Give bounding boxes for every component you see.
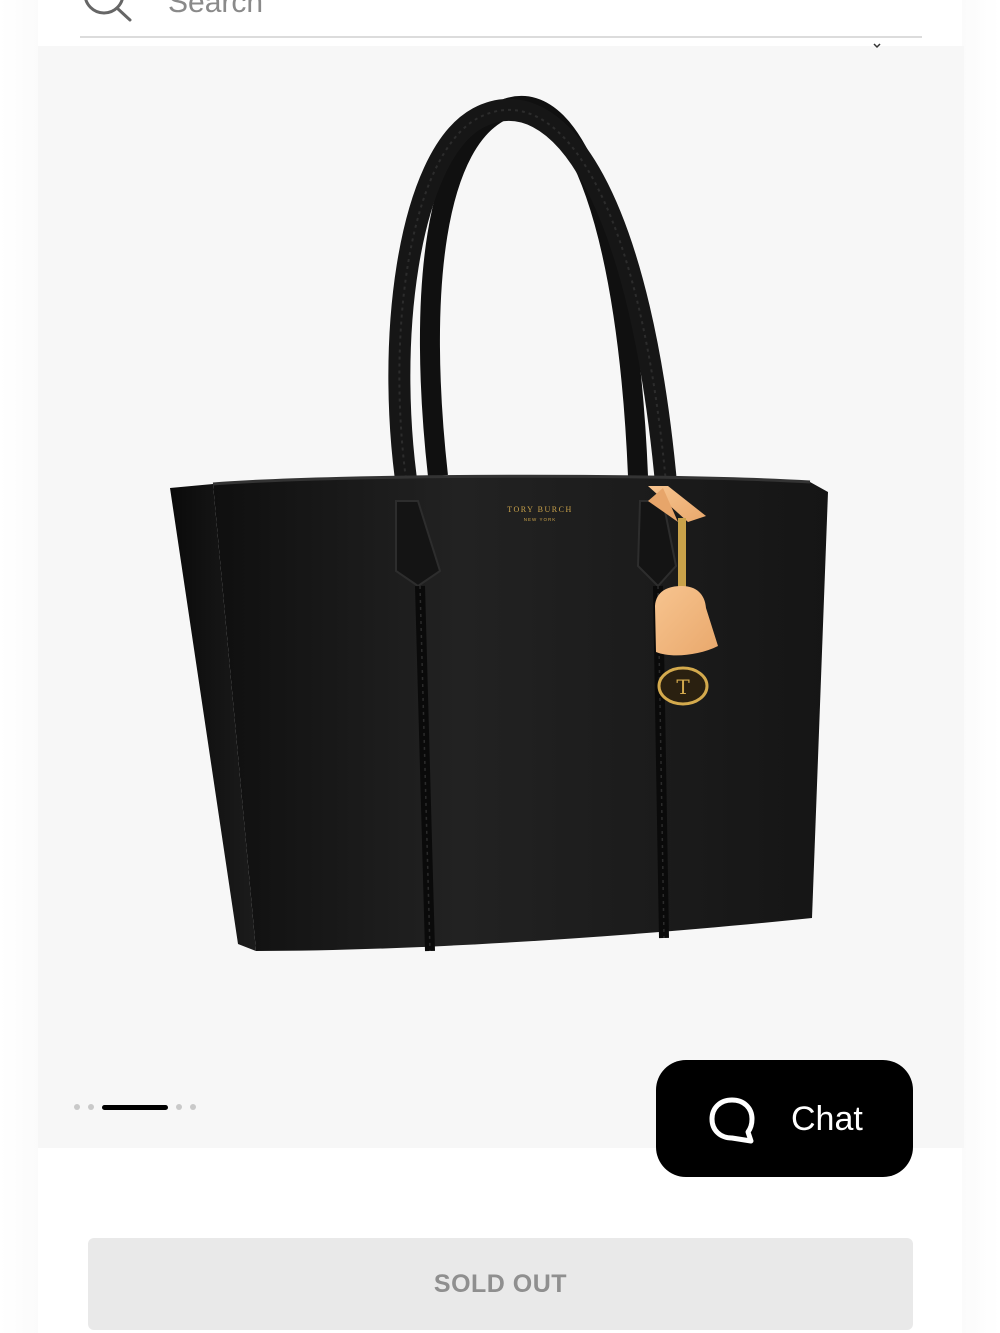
product-image: TORY BURCH NEW YORK T	[170, 96, 828, 952]
search-bar[interactable]: Search	[80, 0, 922, 38]
search-input[interactable]: Search	[168, 0, 263, 20]
chat-bubble-icon	[709, 1097, 755, 1144]
page-edge-left	[0, 0, 38, 1333]
search-icon[interactable]	[80, 0, 140, 30]
sold-out-button[interactable]: SOLD OUT	[88, 1238, 913, 1330]
logo-emblem: T	[676, 675, 690, 699]
carousel-dot[interactable]	[88, 1104, 94, 1110]
chat-button[interactable]: Chat	[656, 1060, 913, 1177]
carousel-dot[interactable]	[74, 1104, 80, 1110]
chat-label: Chat	[791, 1100, 863, 1138]
carousel-indicator[interactable]	[74, 1102, 196, 1112]
page-edge-right	[962, 0, 1000, 1333]
brand-stamp: TORY BURCH	[507, 505, 572, 514]
carousel-dot-active[interactable]	[102, 1104, 168, 1110]
brand-sub: NEW YORK	[524, 517, 556, 522]
product-image-gallery[interactable]: TORY BURCH NEW YORK T	[38, 43, 964, 1148]
carousel-dot[interactable]	[176, 1104, 182, 1110]
carousel-dot[interactable]	[190, 1104, 196, 1110]
